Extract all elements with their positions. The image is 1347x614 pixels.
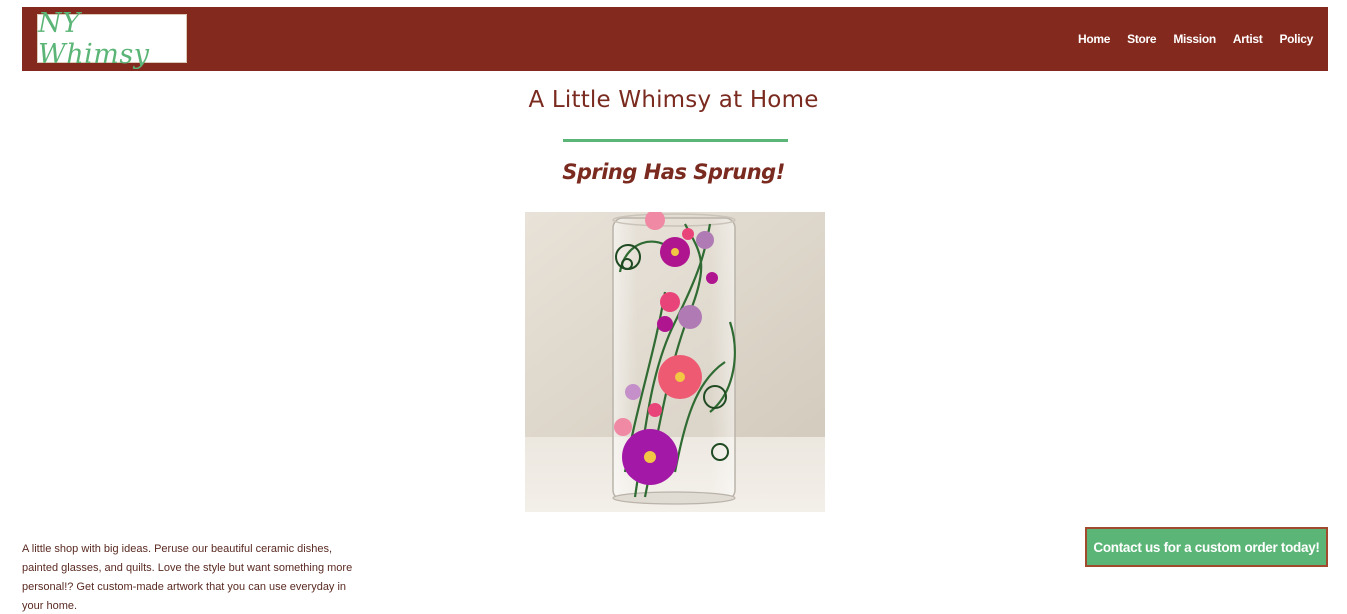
site-header: NY Whimsy Home Store Mission Artist Poli… bbox=[22, 7, 1328, 71]
page: NY Whimsy Home Store Mission Artist Poli… bbox=[0, 0, 1347, 614]
main-nav: Home Store Mission Artist Policy bbox=[1061, 7, 1313, 71]
title-divider bbox=[563, 139, 788, 142]
nav-store[interactable]: Store bbox=[1127, 32, 1156, 46]
contact-custom-order-button[interactable]: Contact us for a custom order today! bbox=[1085, 527, 1328, 567]
section-subtitle: Spring Has Sprung! bbox=[562, 160, 785, 184]
logo-text: NY Whimsy bbox=[38, 7, 150, 70]
site-logo[interactable]: NY Whimsy bbox=[37, 8, 187, 70]
nav-artist[interactable]: Artist bbox=[1233, 32, 1263, 46]
nav-mission[interactable]: Mission bbox=[1173, 32, 1216, 46]
flower-vase-image bbox=[525, 212, 825, 512]
page-title: A Little Whimsy at Home bbox=[528, 87, 819, 113]
nav-home[interactable]: Home bbox=[1078, 32, 1110, 46]
shop-description: A little shop with big ideas. Peruse our… bbox=[22, 543, 353, 612]
nav-policy[interactable]: Policy bbox=[1279, 32, 1313, 46]
